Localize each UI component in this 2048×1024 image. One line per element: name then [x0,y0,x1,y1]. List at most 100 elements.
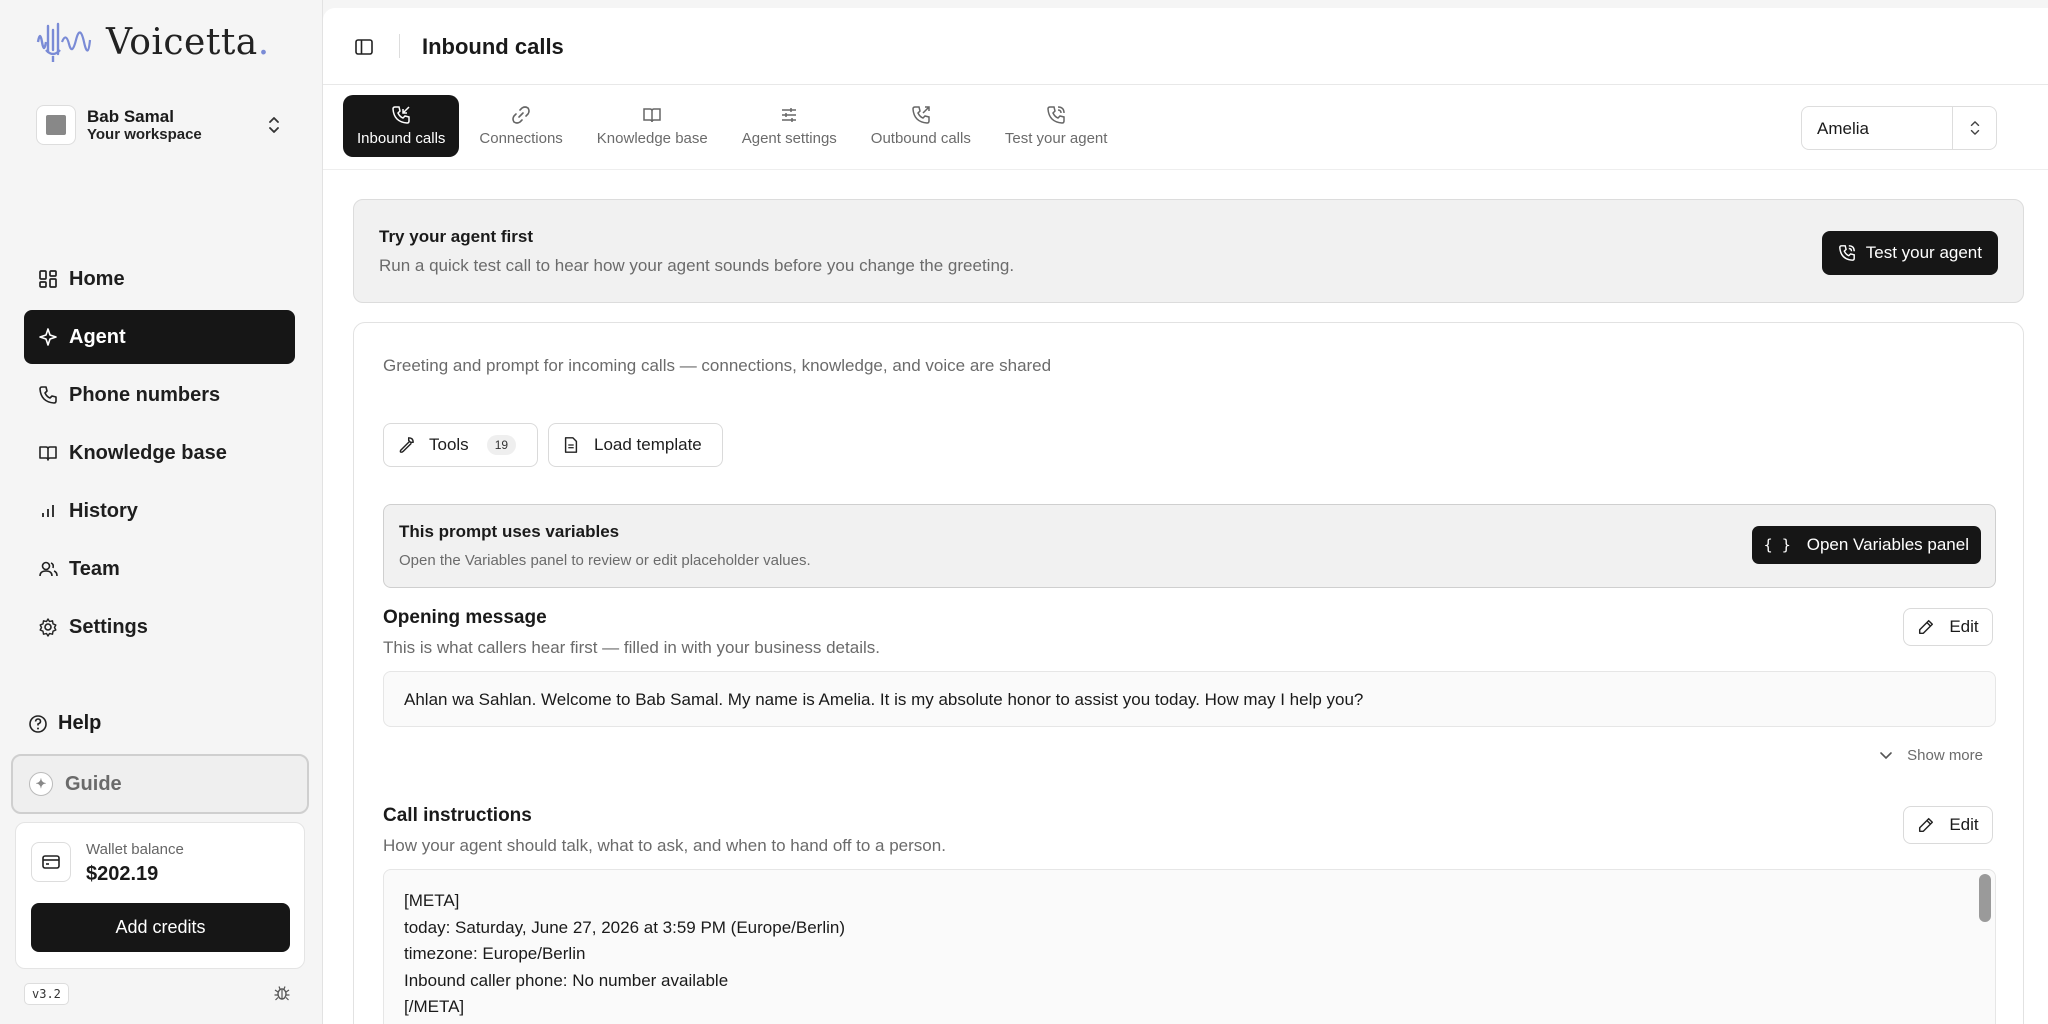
wallet-card: Wallet balance $202.19 Add credits [15,822,305,969]
pencil-icon [1919,619,1934,635]
tab-outbound-calls[interactable]: Outbound calls [857,95,985,157]
tools-button[interactable]: Tools 19 [383,423,538,467]
variables-subtitle: Open the Variables panel to review or ed… [399,552,811,569]
wrench-icon [399,437,414,453]
sidebar-item-phone-numbers[interactable]: Phone numbers [24,368,295,422]
book-icon [39,446,57,461]
try-agent-subtitle: Run a quick test call to hear how your a… [379,256,1015,275]
opening-message-title: Opening message [383,607,547,628]
workspace-avatar [36,105,76,145]
open-variables-button[interactable]: { } Open Variables panel [1751,526,1981,564]
agent-select-toggle[interactable] [1952,107,1996,149]
bug-icon[interactable] [273,984,291,1002]
open-variables-label: Open Variables panel [1806,535,1969,554]
edit-opening-button[interactable]: Edit [1903,608,1993,646]
phone-call-icon [1047,106,1065,124]
edit-label: Edit [1949,815,1979,834]
show-more-button[interactable]: Show more [1879,747,1983,764]
file-text-icon [564,437,578,453]
link-icon [512,106,530,124]
guide-label: Guide [65,772,122,795]
instruction-line: [/META] [404,997,465,1016]
guide-button[interactable]: ✦ Guide [11,754,309,814]
sidebar-item-team[interactable]: Team [24,542,295,596]
test-agent-button[interactable]: Test your agent [1821,231,1998,275]
agent-tabs: Inbound calls Connections Knowledge base… [343,95,1127,157]
prompt-card: Greeting and prompt for incoming calls —… [353,322,2024,1024]
edit-label: Edit [1949,617,1979,636]
call-instructions-title: Call instructions [383,805,532,826]
workspace-name: Bab Samal [87,106,174,126]
tab-knowledge-base[interactable]: Knowledge base [583,95,722,157]
call-instructions-subtitle: How your agent should talk, what to ask,… [383,836,946,855]
home-grid-icon [39,270,57,288]
tab-label: Inbound calls [357,130,446,147]
brand-name: Voicetta [106,21,258,63]
tab-label: Knowledge base [596,130,708,147]
opening-message-text[interactable]: Ahlan wa Sahlan. Welcome to Bab Samal. M… [383,671,1996,727]
tab-connections[interactable]: Connections [465,95,576,157]
sidebar-item-history[interactable]: History [24,484,295,538]
variables-title: This prompt uses variables [399,522,620,541]
users-icon [39,561,58,577]
show-more-label: Show more [1907,747,1983,764]
sidebar-item-label: Phone numbers [69,383,221,406]
opening-message-subtitle: This is what callers hear first — filled… [383,638,880,657]
wallet-balance-label: Wallet balance [86,841,184,858]
load-template-label: Load template [594,435,702,454]
agent-select[interactable]: Amelia [1801,106,1997,150]
workspace-switcher[interactable]: Bab Samal Your workspace [36,102,292,148]
brand-logo[interactable]: Voicetta. [34,20,270,64]
sidebar-item-agent[interactable]: Agent [24,310,295,364]
main-panel: Inbound calls Inbound calls Connections … [323,8,2048,1024]
tab-agent-settings[interactable]: Agent settings [728,95,851,157]
sidebar-item-label: Settings [69,615,148,638]
tools-label: Tools [429,435,469,454]
help-link[interactable]: Help [28,712,101,735]
try-agent-title: Try your agent first [379,227,533,246]
add-credits-button[interactable]: Add credits [31,903,290,952]
version-badge: v3.2 [24,983,69,1005]
sidebar-item-home[interactable]: Home [24,252,295,306]
brand-dot: . [257,21,270,63]
instruction-line: timezone: Europe/Berlin [404,944,586,963]
chevron-up-down-icon [269,117,279,133]
tab-label: Agent settings [741,130,837,147]
chevron-up-down-icon [1970,121,1979,135]
braces-icon: { } [1763,536,1791,554]
divider [323,169,2048,170]
call-instructions-text[interactable]: [META] today: Saturday, June 27, 2026 at… [383,869,1996,1024]
help-label: Help [58,712,102,734]
instruction-line: [META] [404,891,460,910]
scroll-thumb[interactable] [1979,874,1991,922]
tab-inbound-calls[interactable]: Inbound calls [343,95,460,157]
phone-call-icon [1838,245,1855,261]
workspace-subtitle: Your workspace [87,126,202,144]
prompt-description: Greeting and prompt for incoming calls —… [383,356,1052,375]
sidebar-nav: Home Agent Phone numbers Knowledge base … [24,252,295,658]
tab-label: Test your agent [1004,130,1108,147]
tab-label: Outbound calls [870,130,971,147]
sidebar-item-label: Agent [69,325,126,348]
book-icon [643,108,661,123]
waveform-logo-icon [36,22,92,62]
phone-icon [39,386,57,404]
page-title: Inbound calls [422,34,564,59]
edit-instructions-button[interactable]: Edit [1903,806,1993,844]
tab-test-your-agent[interactable]: Test your agent [991,95,1122,157]
sidebar-item-knowledge-base[interactable]: Knowledge base [24,426,295,480]
load-template-button[interactable]: Load template [548,423,723,467]
sidebar-toggle-icon[interactable] [354,37,374,57]
test-agent-label: Test your agent [1865,243,1982,262]
sparkle-icon [39,328,57,346]
gear-icon [39,618,57,637]
scrollbar[interactable] [1979,874,1991,1024]
sidebar-item-label: Team [69,557,120,580]
phone-outgoing-icon [912,106,930,124]
sidebar-item-label: History [69,499,138,522]
sidebar-item-settings[interactable]: Settings [24,600,295,654]
try-agent-card: Try your agent first Run a quick test ca… [353,199,2024,303]
wallet-balance-value: $202.19 [86,863,159,885]
agent-select-value: Amelia [1817,119,1869,138]
tools-count-badge: 19 [486,435,517,455]
